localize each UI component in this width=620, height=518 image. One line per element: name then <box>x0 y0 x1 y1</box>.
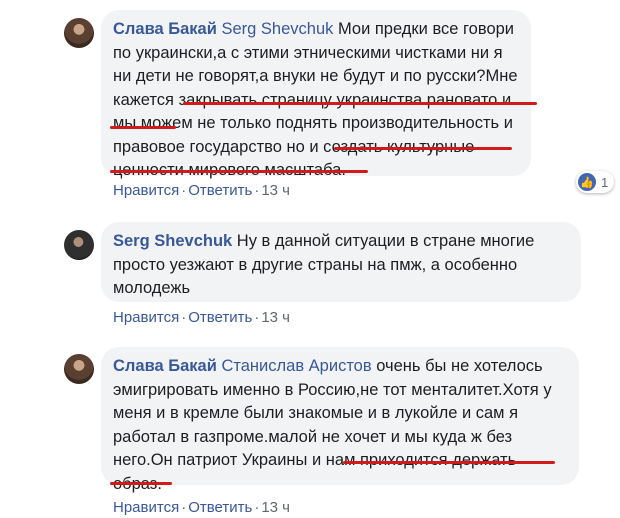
like-link[interactable]: Нравится <box>113 309 179 326</box>
comment-highlight: закрывать страницу украинства рановато <box>178 90 498 109</box>
comment-time[interactable]: 13 ч <box>261 309 290 326</box>
red-underline <box>183 102 537 105</box>
comment-mention[interactable]: Станислав Аристов <box>221 357 371 375</box>
comment-time[interactable]: 13 ч <box>261 499 290 516</box>
like-link[interactable]: Нравится <box>113 182 179 199</box>
comment-time[interactable]: 13 ч <box>261 182 290 199</box>
like-icon: 👍 <box>578 173 596 191</box>
reaction-badge[interactable]: 👍 1 <box>576 171 615 193</box>
comment-actions: Нравится · Ответить · 13 ч <box>113 499 290 516</box>
comment-author[interactable]: Слава Бакай <box>113 357 217 375</box>
avatar[interactable] <box>64 18 94 48</box>
red-underline <box>110 482 172 485</box>
avatar[interactable] <box>64 230 94 260</box>
reply-link[interactable]: Ответить <box>188 309 252 326</box>
comment-bubble: Слава Бакай Станислав Аристов очень бы н… <box>101 347 579 493</box>
red-underline <box>343 461 555 464</box>
red-underline <box>334 147 512 150</box>
comment-actions: Нравится · Ответить · 13 ч <box>113 309 290 326</box>
comment-mention[interactable]: Serg Shevchuk <box>221 20 333 38</box>
comment-highlight: можем <box>140 114 193 132</box>
comment-author[interactable]: Слава Бакай <box>113 20 217 38</box>
reply-link[interactable]: Ответить <box>188 182 252 199</box>
comment-bubble: Serg Shevchuk Ну в данной ситуации в стр… <box>101 222 581 302</box>
like-link[interactable]: Нравится <box>113 499 179 516</box>
red-underline <box>110 170 368 173</box>
comment-actions: Нравится · Ответить · 13 ч <box>113 182 290 199</box>
reaction-count: 1 <box>601 174 609 190</box>
comment-author[interactable]: Serg Shevchuk <box>113 232 232 250</box>
reply-link[interactable]: Ответить <box>188 499 252 516</box>
avatar[interactable] <box>64 354 94 384</box>
red-underline <box>110 126 176 129</box>
comment-bubble: Слава Бакай Serg Shevchuk Мои предки все… <box>101 10 531 179</box>
